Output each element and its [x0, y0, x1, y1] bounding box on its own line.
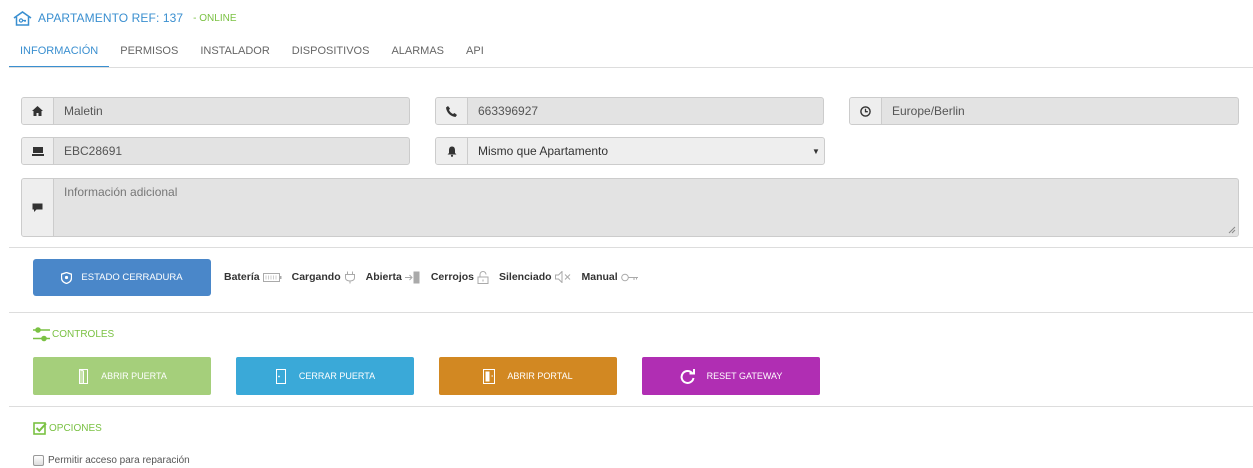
shield-icon	[61, 271, 73, 284]
unlock-icon	[477, 270, 489, 284]
controls-section-title: CONTROLES	[33, 326, 114, 343]
chevron-down-icon: ▼	[812, 146, 820, 156]
online-status: - ONLINE	[193, 12, 237, 24]
name-value: Maletin	[64, 104, 103, 118]
phone-icon	[436, 98, 468, 124]
repair-access-label[interactable]: Permitir acceso para reparación	[48, 455, 190, 466]
close-door-button[interactable]: CERRAR PUERTA	[236, 357, 414, 395]
status-bolts: Cerrojos	[430, 270, 489, 284]
open-portal-button[interactable]: ABRIR PORTAL	[439, 357, 617, 395]
divider-1	[9, 247, 1253, 248]
tab-informacion[interactable]: INFORMACIÓN	[9, 38, 110, 68]
status-battery-label: Batería	[224, 271, 260, 283]
reset-gateway-label: RESET GATEWAY	[706, 371, 783, 381]
status-manual-label: Manual	[581, 271, 618, 283]
tab-bar: INFORMACIÓN PERMISOS INSTALADOR DISPOSIT…	[9, 38, 495, 68]
tab-permisos[interactable]: PERMISOS	[109, 38, 189, 68]
controls-icon	[33, 327, 50, 342]
bell-icon	[436, 138, 468, 164]
lock-status-list: Batería Cargando Abierta Cerrojos Silenc…	[224, 268, 639, 286]
reset-gateway-button[interactable]: RESET GATEWAY	[642, 357, 820, 395]
status-open-label: Abierta	[365, 271, 402, 283]
close-door-label: CERRAR PUERTA	[298, 371, 376, 381]
status-bolts-label: Cerrojos	[430, 271, 474, 283]
repair-access-option: Permitir acceso para reparación	[33, 455, 190, 466]
clock-icon	[850, 98, 882, 124]
divider-2	[9, 312, 1253, 313]
device-id-field[interactable]: EBC28691	[21, 137, 410, 165]
check-square-icon	[33, 422, 47, 435]
lock-status-label: ESTADO CERRADURA	[81, 272, 183, 283]
phone-value: 663396927	[478, 104, 539, 118]
plug-icon	[344, 271, 355, 283]
open-door-button[interactable]: ABRIR PUERTA	[33, 357, 211, 395]
resize-handle-icon[interactable]	[1228, 226, 1236, 234]
tab-api[interactable]: API	[455, 38, 495, 68]
tab-instalador[interactable]: INSTALADOR	[189, 38, 280, 68]
status-charging: Cargando	[292, 271, 356, 284]
status-silenced-label: Silenciado	[499, 271, 552, 283]
smart-home-icon	[13, 10, 32, 26]
notification-value: Mismo que Apartamento	[468, 138, 808, 164]
key-icon	[620, 273, 638, 281]
comment-icon	[22, 179, 54, 236]
phone-field[interactable]: 663396927	[435, 97, 824, 125]
name-field[interactable]: Maletin	[21, 97, 410, 125]
additional-info-textarea[interactable]: Información adicional	[21, 178, 1239, 237]
timezone-value: Europe/Berlin	[892, 104, 965, 118]
tab-alarmas[interactable]: ALARMAS	[380, 38, 455, 68]
apartment-title: APARTAMENTO REF: 137	[38, 11, 184, 25]
options-title: OPCIONES	[49, 422, 102, 434]
timezone-field[interactable]: Europe/Berlin	[849, 97, 1239, 125]
tab-dispositivos[interactable]: DISPOSITIVOS	[281, 38, 381, 68]
repair-access-checkbox[interactable]	[33, 455, 44, 466]
device-id-value: EBC28691	[64, 144, 123, 158]
status-open: Abierta	[366, 271, 421, 284]
portal-icon	[483, 368, 496, 384]
notification-select[interactable]: Mismo que Apartamento ▼	[435, 137, 825, 165]
mute-icon	[554, 271, 570, 283]
open-door-label: ABRIR PUERTA	[101, 371, 167, 381]
divider-3	[9, 406, 1253, 407]
door-open-icon	[404, 271, 420, 283]
options-section-title: OPCIONES	[33, 421, 102, 435]
door-closed-icon	[275, 368, 286, 384]
status-charging-label: Cargando	[291, 271, 341, 283]
keypad-icon	[22, 138, 54, 164]
status-manual: Manual	[582, 271, 639, 283]
status-battery: Batería	[224, 271, 282, 283]
battery-icon	[262, 272, 282, 282]
additional-info-placeholder: Información adicional	[64, 185, 178, 199]
home-icon	[22, 98, 54, 124]
page-header: APARTAMENTO REF: 137 - ONLINE	[13, 10, 237, 26]
status-silenced: Silenciado	[499, 271, 572, 283]
refresh-icon	[680, 368, 695, 384]
tabs-divider	[9, 67, 1253, 68]
open-portal-label: ABRIR PORTAL	[507, 371, 573, 381]
controls-title: CONTROLES	[52, 329, 115, 340]
door-icon	[79, 368, 89, 384]
lock-status-button[interactable]: ESTADO CERRADURA	[33, 259, 211, 296]
